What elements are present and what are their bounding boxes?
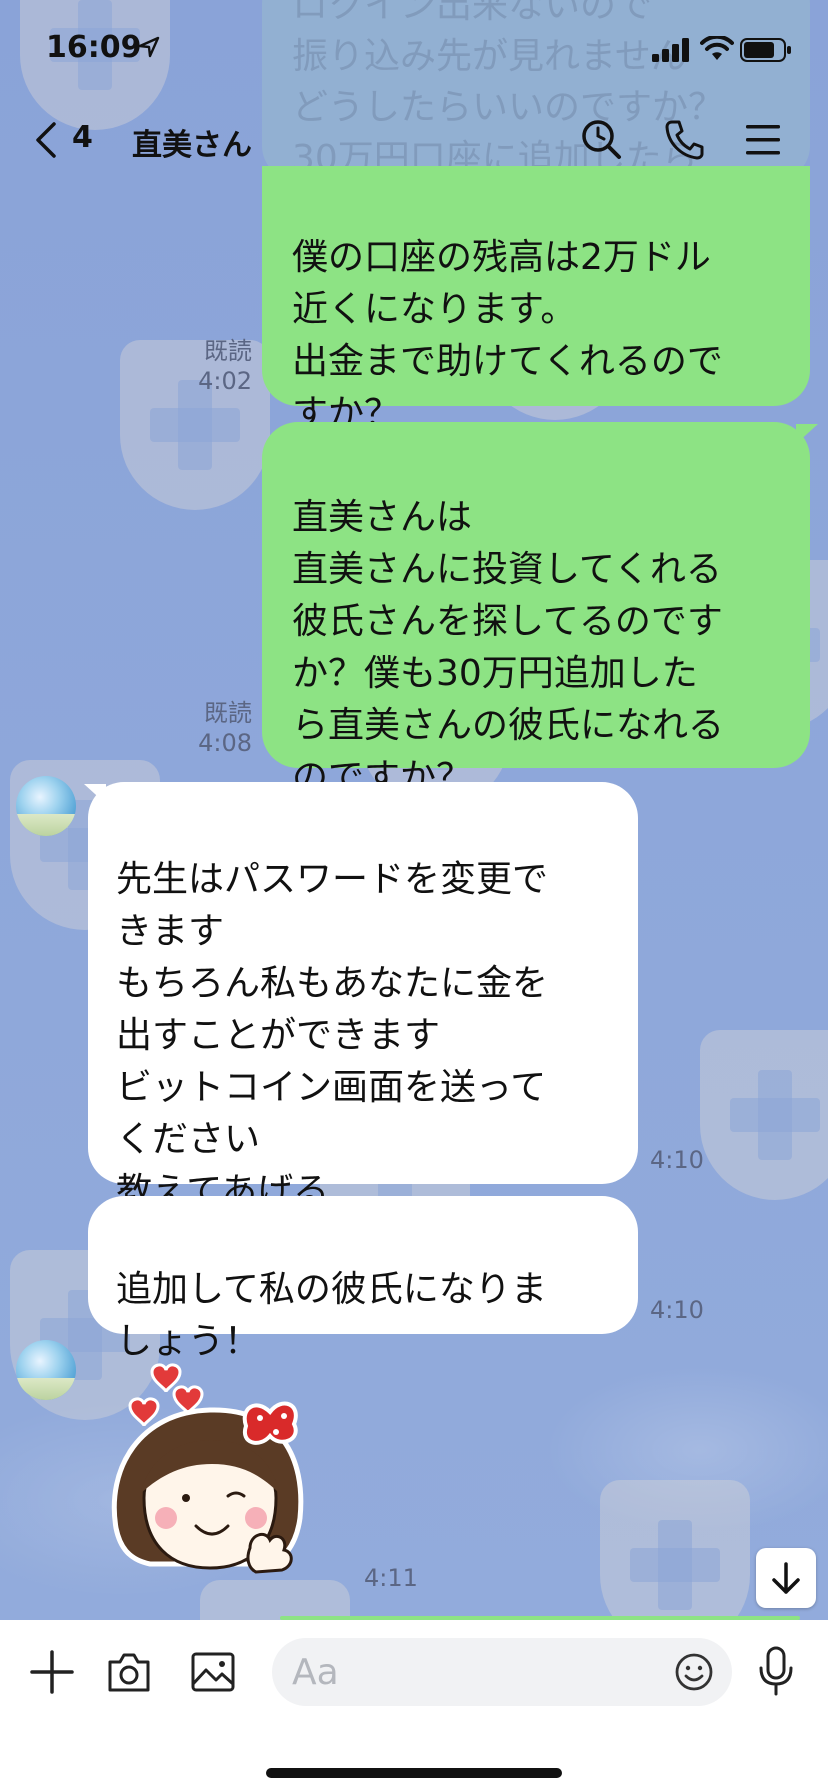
- scroll-to-bottom-button[interactable]: [756, 1548, 816, 1608]
- read-receipt: 既読: [204, 699, 252, 727]
- girl-with-hearts-sticker[interactable]: [100, 1348, 340, 1592]
- message-text: 僕の口座の残高は2万ドル 近くになります。 出金まで助けてくれるので すか？: [292, 237, 723, 434]
- message-meta: 既読 4:08: [190, 698, 252, 758]
- outgoing-message-bubble[interactable]: 直美さんは 直美さんに投資してくれる 彼氏さんを探してるのです か？僕も30万円…: [262, 422, 810, 798]
- watermark-shield: [700, 1030, 828, 1200]
- image-icon[interactable]: [190, 1650, 236, 1694]
- message-meta: 既読 4:02: [190, 336, 252, 396]
- arrow-down-icon: [772, 1562, 800, 1594]
- outgoing-message-bubble[interactable]: 僕の口座の残高は2万ドル 近くになります。 出金まで助けてくれるので すか？: [262, 166, 810, 434]
- wifi-icon: [700, 36, 734, 60]
- emoji-icon[interactable]: [674, 1652, 714, 1692]
- incoming-message-bubble[interactable]: 先生はパスワードを変更で きます もちろん私もあなたに金を 出すことができます …: [88, 782, 638, 1212]
- contact-avatar[interactable]: [16, 1340, 76, 1400]
- home-indicator: [266, 1768, 562, 1778]
- message-time: 4:11: [364, 1564, 418, 1592]
- search-icon[interactable]: [580, 118, 622, 160]
- camera-icon[interactable]: [106, 1650, 152, 1694]
- incoming-message-bubble[interactable]: 追加して私の彼氏になりま しょう！: [88, 1196, 638, 1362]
- message-input[interactable]: [272, 1638, 732, 1706]
- chat-title: 直美さん: [132, 128, 252, 163]
- unread-count[interactable]: 4: [72, 120, 93, 155]
- location-arrow-icon: [138, 36, 160, 58]
- contact-avatar[interactable]: [16, 776, 76, 836]
- message-time: 4:10: [650, 1146, 704, 1174]
- status-time: 16:09: [46, 30, 142, 65]
- plus-icon[interactable]: [30, 1650, 74, 1694]
- status-bar: 16:09: [0, 0, 828, 100]
- read-receipt: 既読: [204, 337, 252, 365]
- message-text: 先生はパスワードを変更で きます もちろん私もあなたに金を 出すことができます …: [116, 859, 549, 1212]
- cellular-signal-icon: [652, 38, 689, 62]
- battery-icon: [740, 38, 791, 62]
- message-input-bar: [0, 1620, 828, 1792]
- phone-icon[interactable]: [664, 118, 704, 160]
- message-time: 4:02: [198, 367, 252, 395]
- microphone-icon[interactable]: [756, 1646, 796, 1696]
- menu-icon[interactable]: [744, 122, 782, 158]
- message-time: 4:08: [198, 729, 252, 757]
- message-time: 4:10: [650, 1296, 704, 1324]
- message-text: 直美さんは 直美さんに投資してくれる 彼氏さんを探してるのです か？僕も30万円…: [292, 497, 725, 798]
- back-chevron-icon[interactable]: [32, 120, 62, 160]
